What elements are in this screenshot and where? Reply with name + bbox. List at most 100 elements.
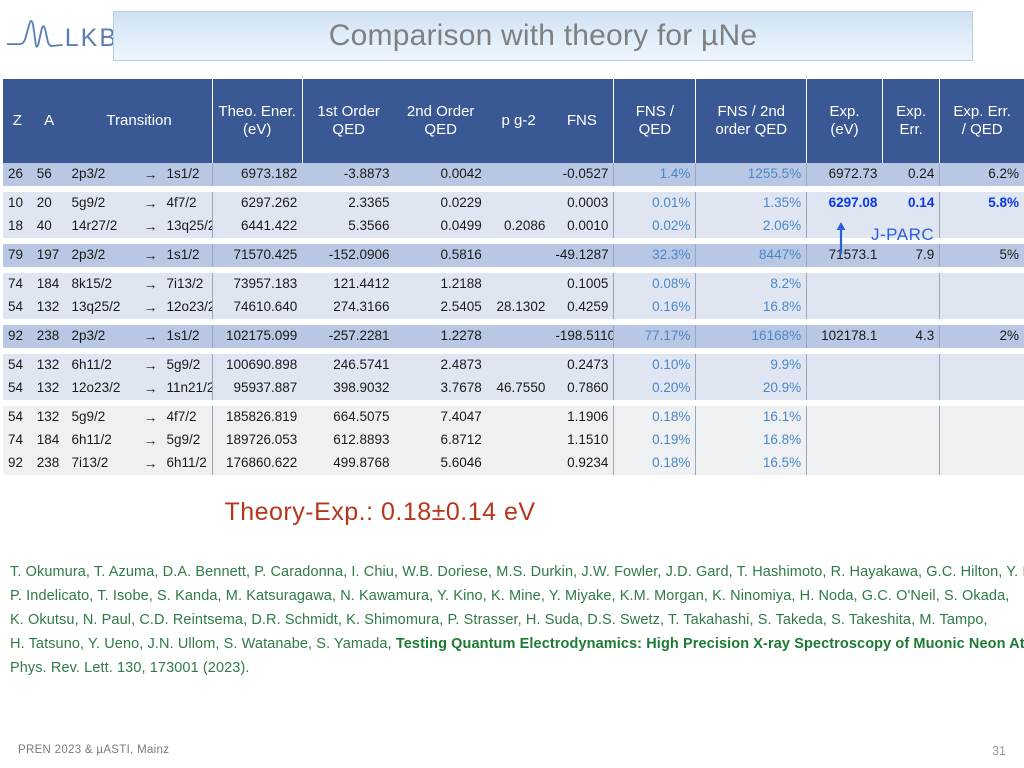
column-header-exp-energy: Exp. (eV)	[806, 79, 883, 163]
page-title: Comparison with theory for µNe	[328, 19, 758, 52]
cell-exp-err-over-qed: 2%	[939, 325, 1024, 348]
cell-exp-err-over-qed	[939, 452, 1024, 475]
cell-z: 74	[3, 429, 32, 452]
column-header-2nd-order-qed-line1: 2nd Order	[406, 103, 475, 121]
cell-2nd-order-qed: 1.2188	[394, 273, 487, 296]
cell-2nd-order-qed: 5.6046	[394, 452, 487, 475]
cell-p-g2	[486, 406, 551, 429]
column-header-theo-energy: Theo. Ener. (eV)	[211, 79, 303, 163]
column-header-2nd-order-qed-line2: QED	[424, 121, 457, 138]
cell-2nd-order-qed: 3.7678	[394, 377, 487, 400]
cell-exp-err-over-qed: 5%	[939, 244, 1024, 267]
transition-arrow-icon: →	[143, 327, 158, 344]
cell-2nd-order-qed: 0.0229	[394, 192, 487, 215]
reference-line-4: H. Tatsuno, Y. Ueno, J.N. Ullom, S. Wata…	[10, 632, 1024, 656]
cell-fns-over-2nd-order-qed: 9.9%	[695, 354, 807, 377]
transition-arrow-icon: →	[143, 454, 158, 471]
cell-1st-order-qed: 274.3166	[302, 296, 395, 319]
paper-title: Testing Quantum Electrodynamics: High Pr…	[395, 636, 1024, 652]
cell-fns-over-2nd-order-qed: 16.8%	[695, 296, 807, 319]
cell-exp-err: 4.3	[882, 325, 940, 348]
table-row: 54 132 5g9/2 → 4f7/2 185826.819 664.5075 7.4047…	[3, 406, 1024, 429]
cell-fns-over-qed: 0.18%	[613, 406, 696, 429]
column-header-p-g2: p g-2	[486, 79, 551, 163]
cell-fns: -0.0527	[550, 163, 614, 186]
cell-exp-energy	[806, 273, 883, 296]
cell-1st-order-qed: 499.8768	[302, 452, 395, 475]
cell-exp-energy	[806, 406, 883, 429]
cell-transition: 5g9/2 → 4f7/2	[66, 192, 213, 215]
cell-exp-err	[882, 296, 940, 319]
cell-a: 40	[31, 215, 67, 238]
cell-exp-err-over-qed	[939, 406, 1024, 429]
cell-exp-energy: 6972.73	[806, 163, 883, 186]
cell-exp-energy	[806, 215, 883, 238]
cell-transition-to: 1s1/2	[166, 247, 200, 263]
cell-z: 10	[3, 192, 32, 215]
cell-exp-energy: 71573.1	[806, 244, 883, 267]
cell-transition: 14r27/2 → 13q25/2	[66, 215, 213, 238]
cell-fns: 1.1906	[550, 406, 614, 429]
cell-transition: 12o23/2 → 11n21/2	[66, 377, 213, 400]
column-header-1st-order-qed: 1st Order QED	[302, 79, 395, 163]
cell-exp-energy: 6297.08	[806, 192, 883, 215]
cell-fns-over-qed: 1.4%	[613, 163, 696, 186]
table-row: 79 197 2p3/2 → 1s1/2 71570.425 -152.0906 0.5816…	[3, 244, 1024, 267]
cell-transition: 5g9/2 → 4f7/2	[66, 406, 213, 429]
cell-1st-order-qed: 398.9032	[302, 377, 395, 400]
cell-fns: 0.4259	[550, 296, 614, 319]
cell-fns-over-2nd-order-qed: 2.06%	[695, 215, 807, 238]
cell-transition: 2p3/2 → 1s1/2	[66, 244, 213, 267]
cell-z: 54	[3, 296, 32, 319]
cell-exp-err-over-qed: 5.8%	[939, 192, 1024, 215]
table-row: 74 184 6h11/2 → 5g9/2 189726.053 612.8893 6.871…	[3, 429, 1024, 452]
footer-event-label: PREN 2023 & µASTI, Mainz	[18, 744, 170, 756]
column-header-transition: Transition	[66, 79, 213, 163]
cell-transition-to: 4f7/2	[166, 195, 197, 211]
transition-arrow-icon: →	[143, 217, 158, 234]
cell-exp-err	[882, 377, 940, 400]
cell-exp-energy: 102178.1	[806, 325, 883, 348]
cell-transition-to: 1s1/2	[166, 166, 200, 182]
footer-page-number: 31	[992, 744, 1006, 758]
cell-a: 184	[31, 429, 67, 452]
cell-fns: -49.1287	[550, 244, 614, 267]
cell-p-g2: 0.2086	[486, 215, 551, 238]
transition-arrow-icon: →	[143, 356, 158, 373]
cell-z: 18	[3, 215, 32, 238]
cell-transition-from: 13q25/2	[71, 299, 121, 315]
cell-a: 132	[31, 354, 67, 377]
cell-2nd-order-qed: 0.0499	[394, 215, 487, 238]
cell-exp-err-over-qed	[939, 377, 1024, 400]
cell-transition-to: 1s1/2	[166, 328, 200, 344]
column-header-exp-energy-line1: Exp.	[829, 103, 860, 121]
table-row: 54 132 12o23/2 → 11n21/2 95937.887 398.9032 3.7…	[3, 377, 1024, 400]
cell-theo-energy: 6297.262	[211, 192, 303, 215]
cell-exp-err-over-qed	[939, 354, 1024, 377]
cell-exp-err-over-qed	[939, 273, 1024, 296]
cell-theo-energy: 71570.425	[211, 244, 303, 267]
column-header-theo-energy-line1: Theo. Ener.	[218, 103, 296, 121]
column-header-exp-err-over-qed: Exp. Err. / QED	[939, 79, 1024, 163]
cell-transition-to: 12o23/2	[166, 299, 213, 315]
table-row: 18 40 14r27/2 → 13q25/2 6441.422 5.3566 0.0499 0…	[3, 215, 1024, 238]
cell-exp-err: 0.14	[882, 192, 940, 215]
column-header-1st-order-qed-line2: QED	[332, 121, 365, 138]
cell-exp-err	[882, 406, 940, 429]
cell-1st-order-qed: -257.2281	[302, 325, 395, 348]
transition-arrow-icon: →	[143, 431, 158, 448]
cell-fns-over-qed: 0.08%	[613, 273, 696, 296]
cell-transition: 2p3/2 → 1s1/2	[66, 325, 213, 348]
transition-arrow-icon: →	[143, 379, 158, 396]
cell-transition-from: 5g9/2	[71, 195, 106, 211]
cell-2nd-order-qed: 6.8712	[394, 429, 487, 452]
cell-fns-over-qed: 0.18%	[613, 452, 696, 475]
cell-fns-over-2nd-order-qed: 1255.5%	[695, 163, 807, 186]
table-row: 74 184 8k15/2 → 7i13/2 73957.183 121.4412 1.218…	[3, 273, 1024, 296]
column-header-exp-err: Exp. Err.	[882, 79, 940, 163]
cell-transition-from: 8k15/2	[71, 276, 113, 292]
cell-fns-over-qed: 0.10%	[613, 354, 696, 377]
cell-fns-over-2nd-order-qed: 16.8%	[695, 429, 807, 452]
cell-2nd-order-qed: 0.5816	[394, 244, 487, 267]
cell-exp-energy	[806, 377, 883, 400]
